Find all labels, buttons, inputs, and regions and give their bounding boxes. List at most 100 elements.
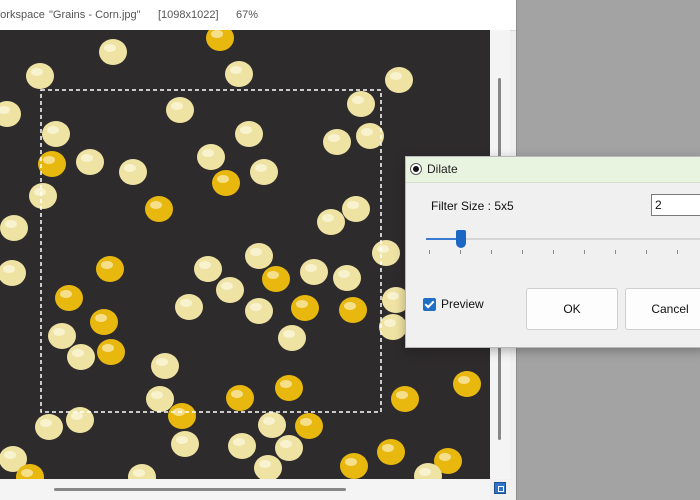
slider-tick (491, 250, 492, 254)
ok-button[interactable]: OK (526, 288, 618, 330)
corn-kernel-highlight (124, 164, 136, 172)
preview-label: Preview (441, 297, 484, 311)
corn-kernel (171, 431, 199, 457)
corn-kernel-highlight (458, 376, 470, 384)
corn-kernel-highlight (31, 68, 43, 76)
corn-kernel (48, 323, 76, 349)
corn-kernel (97, 339, 125, 365)
corn-kernel-highlight (133, 469, 145, 477)
corn-kernel-highlight (250, 248, 262, 256)
corn-kernel (96, 256, 124, 282)
corn-kernel-highlight (221, 282, 233, 290)
workspace-file-name: "Grains - Corn.jpg" (49, 9, 141, 21)
corn-kernel (275, 435, 303, 461)
cancel-button[interactable]: Cancel (625, 288, 700, 330)
corn-kernel-highlight (151, 391, 163, 399)
slider-tick (615, 250, 616, 254)
preview-checkbox[interactable] (423, 298, 436, 311)
corn-kernel-highlight (328, 134, 340, 142)
corn-kernel (377, 439, 405, 465)
corn-kernel (119, 159, 147, 185)
corn-kernel (67, 344, 95, 370)
corn-kernel-highlight (263, 417, 275, 425)
corn-kernel-highlight (104, 44, 116, 52)
corn-kernel-highlight (419, 468, 431, 476)
corn-kernel (212, 170, 240, 196)
dilate-dialog: Dilate Filter Size : 5x5 2 Preview OK Ca… (405, 156, 700, 348)
corn-kernel-highlight (43, 156, 55, 164)
corn-kernel (76, 149, 104, 175)
corn-kernel (35, 414, 63, 440)
corn-kernel (245, 298, 273, 324)
slider-tick (646, 250, 647, 254)
corn-kernel (372, 240, 400, 266)
corn-kernel-highlight (60, 290, 72, 298)
corn-kernel-highlight (259, 460, 271, 468)
corn-kernel-highlight (202, 149, 214, 157)
corn-kernel (258, 412, 286, 438)
corn-kernel-highlight (21, 469, 33, 477)
corn-kernel-highlight (361, 128, 373, 136)
corn-kernel (453, 371, 481, 397)
corn-kernel-highlight (347, 201, 359, 209)
corn-kernel-highlight (211, 30, 223, 38)
corn-kernel-highlight (280, 380, 292, 388)
corn-kernel-highlight (396, 391, 408, 399)
corn-kernel-highlight (387, 292, 399, 300)
slider-tick (460, 250, 461, 254)
corn-kernel (99, 39, 127, 65)
corn-kernel-highlight (240, 126, 252, 134)
corn-kernel (216, 277, 244, 303)
corn-kernel-highlight (150, 201, 162, 209)
corn-kernel-highlight (352, 96, 364, 104)
corn-kernel (166, 97, 194, 123)
corn-kernel-highlight (344, 302, 356, 310)
corn-kernel-highlight (81, 154, 93, 162)
corn-kernel-highlight (102, 344, 114, 352)
corn-kernel-highlight (377, 245, 389, 253)
filter-size-input[interactable]: 2 (651, 194, 700, 216)
corn-kernel-highlight (101, 261, 113, 269)
fit-window-icon[interactable] (494, 482, 506, 494)
slider-tick (553, 250, 554, 254)
corn-kernel (317, 209, 345, 235)
horizontal-scroll-thumb[interactable] (54, 488, 346, 491)
corn-kernel (66, 407, 94, 433)
slider-tick (677, 250, 678, 254)
corn-kernel (0, 215, 28, 241)
horizontal-scrollbar[interactable] (0, 479, 490, 500)
corn-kernel-highlight (71, 412, 83, 420)
workspace-image-size: [1098x1022] (158, 9, 219, 21)
corn-kernel (342, 196, 370, 222)
corn-kernel-highlight (3, 265, 15, 273)
slider-tick (429, 250, 430, 254)
filter-size-slider[interactable] (426, 238, 700, 240)
corn-kernel-highlight (231, 390, 243, 398)
corn-kernel (38, 151, 66, 177)
dialog-title-bar: Dilate (406, 157, 700, 183)
radio-icon (410, 163, 422, 175)
corn-kernel-highlight (95, 314, 107, 322)
corn-kernel (226, 385, 254, 411)
corn-kernel-highlight (47, 126, 59, 134)
corn-kernel-highlight (283, 330, 295, 338)
corn-kernel-highlight (5, 220, 17, 228)
slider-thumb[interactable] (456, 230, 466, 248)
corn-kernel-highlight (384, 319, 396, 327)
corn-kernel (295, 413, 323, 439)
corn-kernel (29, 183, 57, 209)
corn-kernel-highlight (217, 175, 229, 183)
corn-kernel (42, 121, 70, 147)
corn-kernel-highlight (267, 271, 279, 279)
workspace-title-bar: Workspace "Grains - Corn.jpg" [1098x1022… (0, 0, 516, 31)
corn-kernel-highlight (338, 270, 350, 278)
corn-kernel-highlight (255, 164, 267, 172)
corn-kernel (391, 386, 419, 412)
slider-tick (522, 250, 523, 254)
corn-kernel (235, 121, 263, 147)
filter-size-label: Filter Size : 5x5 (431, 199, 514, 213)
corn-kernel (339, 297, 367, 323)
corn-kernel-highlight (382, 444, 394, 452)
corn-kernel (300, 259, 328, 285)
corn-kernel-highlight (439, 453, 451, 461)
